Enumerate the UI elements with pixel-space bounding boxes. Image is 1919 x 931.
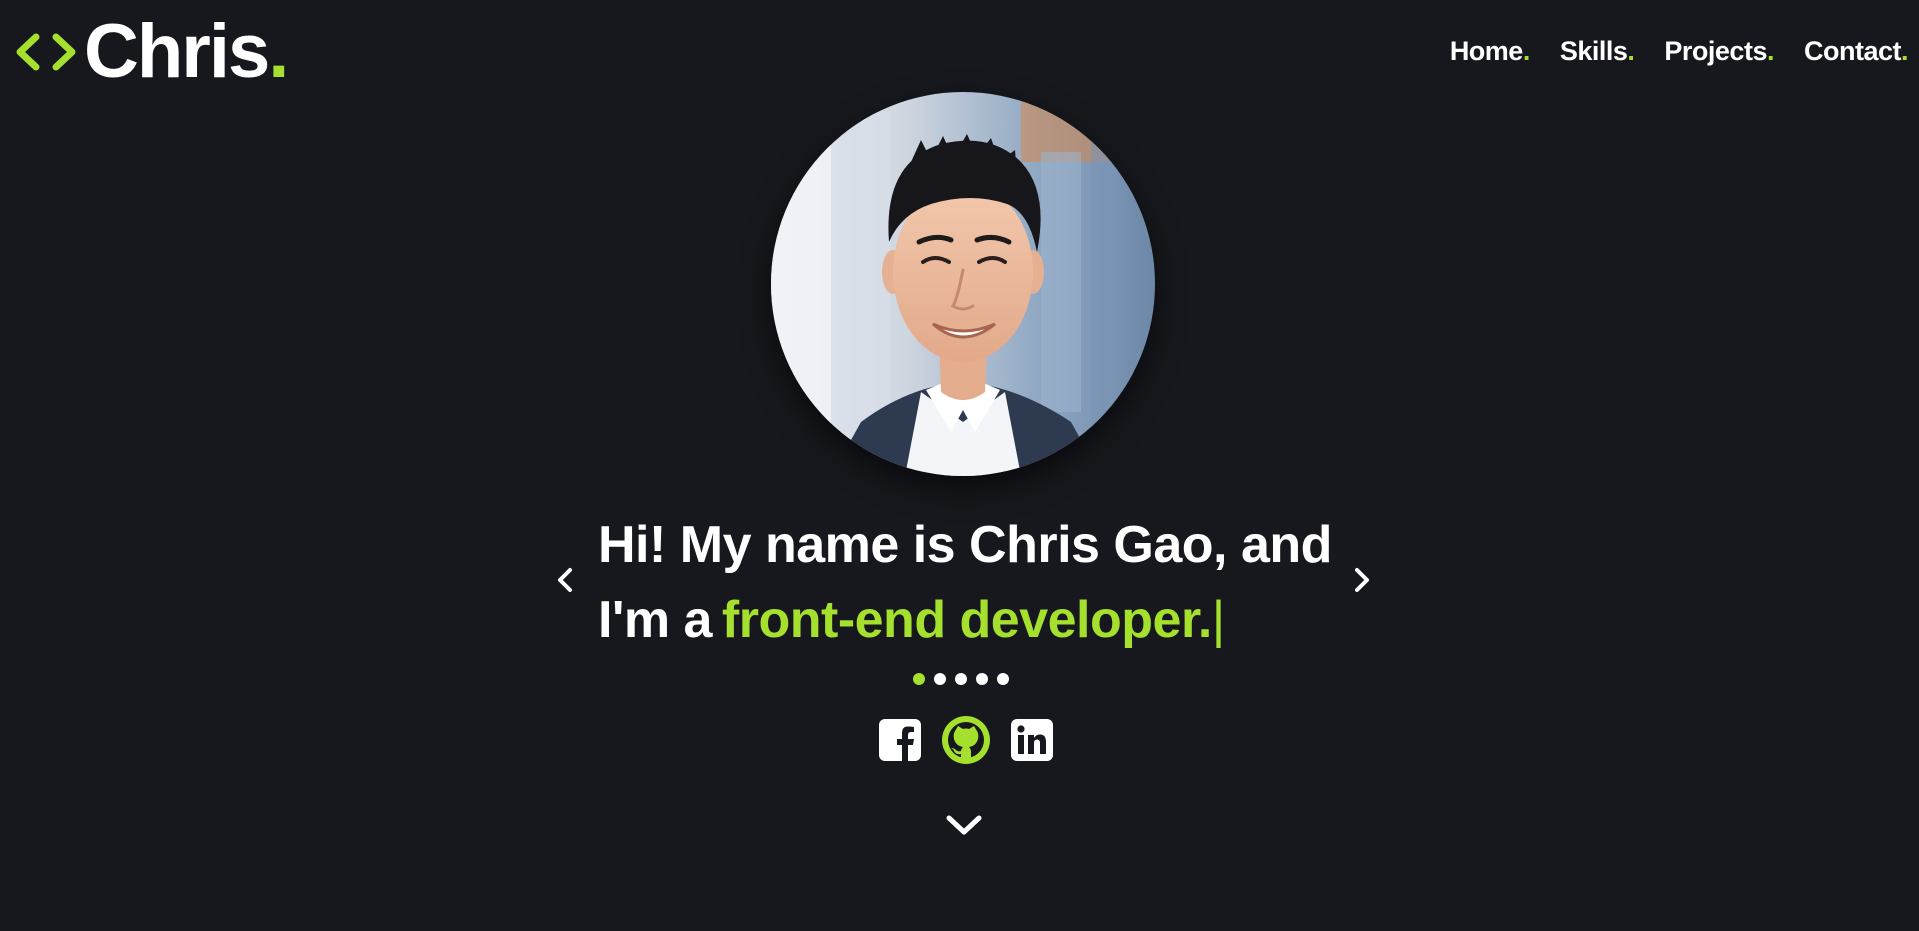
social-links xyxy=(875,715,1057,765)
logo-link[interactable]: Chris. xyxy=(14,9,289,94)
carousel-dot-1[interactable] xyxy=(913,673,925,685)
nav-home[interactable]: Home. xyxy=(1450,36,1531,67)
profile-photo xyxy=(771,92,1155,476)
github-link[interactable] xyxy=(941,715,991,765)
carousel-dots xyxy=(913,673,1009,685)
facebook-link[interactable] xyxy=(875,715,925,765)
linkedin-icon xyxy=(1011,719,1053,761)
headline-line-1: Hi! My name is Chris Gao, and xyxy=(598,516,1332,574)
nav-projects[interactable]: Projects. xyxy=(1664,36,1774,67)
facebook-icon xyxy=(879,719,921,761)
typing-cursor: | xyxy=(1211,591,1226,649)
chevron-down-icon xyxy=(946,815,982,835)
nav-contact[interactable]: Contact. xyxy=(1804,36,1909,67)
carousel-dot-4[interactable] xyxy=(976,673,988,685)
headline-prefix: I'm a xyxy=(598,591,712,649)
hero-headline: Hi! My name is Chris Gao, and I'm a front… xyxy=(598,508,1358,658)
carousel-dot-3[interactable] xyxy=(955,673,967,685)
headline-role: front-end developer. xyxy=(721,591,1212,649)
nav-skills[interactable]: Skills. xyxy=(1560,36,1635,67)
headline-line-2: I'm a front-end developer.| xyxy=(598,583,1358,658)
page: Chris. Home. Skills. Projects. Contact. xyxy=(0,0,1919,931)
scroll-down-button[interactable] xyxy=(945,810,983,840)
logo-text: Chris. xyxy=(84,9,289,94)
code-brackets-icon xyxy=(16,33,76,71)
main-nav: Home. Skills. Projects. Contact. xyxy=(1450,36,1909,67)
carousel-dot-5[interactable] xyxy=(997,673,1009,685)
carousel-prev-button[interactable] xyxy=(551,566,579,594)
logo-dot: . xyxy=(268,9,289,94)
linkedin-link[interactable] xyxy=(1007,715,1057,765)
carousel-dot-2[interactable] xyxy=(934,673,946,685)
chevron-left-icon xyxy=(558,568,572,592)
github-icon xyxy=(942,716,990,764)
